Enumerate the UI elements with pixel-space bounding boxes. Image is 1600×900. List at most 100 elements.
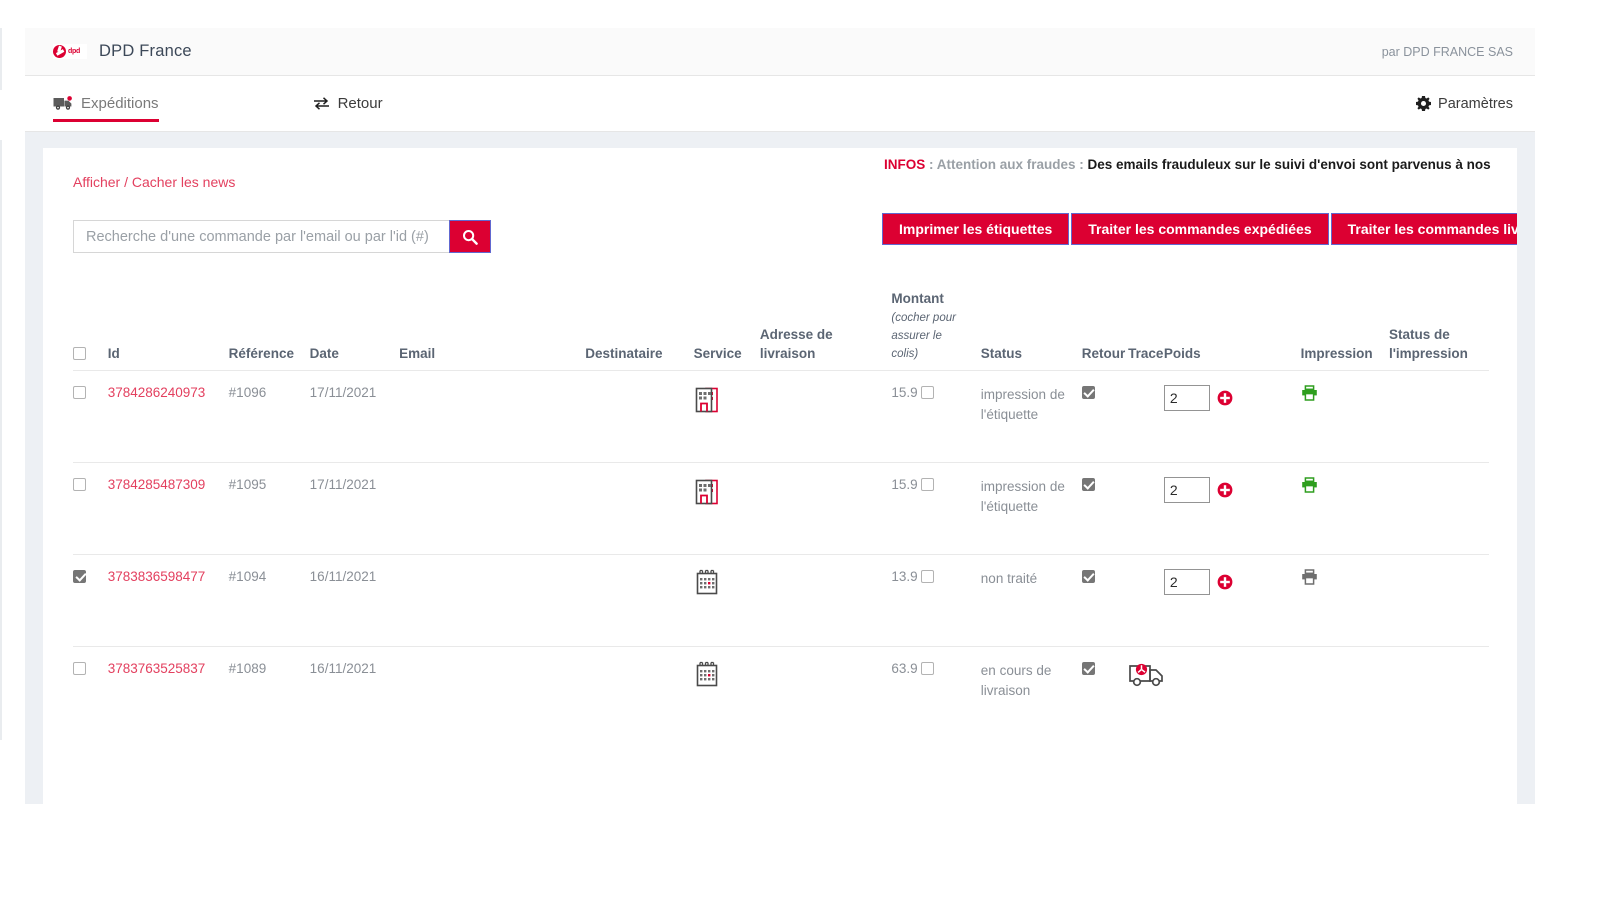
cell-print-status — [1389, 554, 1489, 646]
cell-id: 3784285487309 — [108, 462, 229, 554]
cell-delivery-address — [760, 646, 892, 738]
cell-service — [694, 646, 760, 738]
weight-input[interactable] — [1164, 385, 1210, 411]
search-input[interactable] — [73, 220, 449, 253]
infos-sep-2: : — [1076, 157, 1088, 172]
row-select-checkbox[interactable] — [73, 662, 86, 675]
header-amount-title: Montant — [891, 289, 980, 309]
order-id-link[interactable]: 3783836598477 — [108, 569, 206, 584]
order-id-link[interactable]: 3784285487309 — [108, 477, 206, 492]
calendar-icon — [694, 661, 720, 691]
brand-bar: dpd DPD France par DPD FRANCE SAS — [25, 28, 1535, 76]
process-delivered-button[interactable]: Traiter les commandes livrées — [1331, 213, 1517, 245]
row-select-cell — [73, 554, 108, 646]
printer-icon[interactable] — [1301, 477, 1318, 493]
plus-circle-icon[interactable] — [1217, 574, 1233, 590]
insure-checkbox[interactable] — [921, 662, 934, 675]
retour-checkbox[interactable] — [1082, 386, 1095, 399]
table-row: 3783763525837 #1089 16/11/2021 63.9 en — [73, 646, 1489, 738]
cell-service — [694, 370, 760, 462]
process-shipped-button[interactable]: Traiter les commandes expédiées — [1071, 213, 1328, 245]
header-delivery-address: Adresse de livraison — [760, 289, 892, 370]
printer-icon[interactable] — [1301, 385, 1318, 401]
row-select-cell — [73, 370, 108, 462]
nav-label-parametres: Paramètres — [1438, 96, 1513, 112]
header-date: Date — [310, 289, 399, 370]
cell-date: 17/11/2021 — [310, 370, 399, 462]
cell-amount: 15.9 — [891, 370, 980, 462]
brand-byline: par DPD FRANCE SAS — [1382, 45, 1513, 59]
header-amount-note-2: assurer le — [891, 327, 980, 345]
table-row: 3783836598477 #1094 16/11/2021 13.9 non — [73, 554, 1489, 646]
retour-checkbox[interactable] — [1082, 478, 1095, 491]
nav-item-expeditions[interactable]: Expéditions — [53, 76, 159, 131]
brand-left: dpd DPD France — [53, 42, 192, 61]
insure-checkbox[interactable] — [921, 570, 934, 583]
header-reference: Référence — [229, 289, 310, 370]
delivery-truck-parcel-icon[interactable] — [1128, 661, 1166, 689]
weight-stepper — [1164, 385, 1301, 411]
insure-checkbox[interactable] — [921, 478, 934, 491]
order-id-link[interactable]: 3784286240973 — [108, 385, 206, 400]
infos-message: Des emails frauduleux sur le suivi d'env… — [1088, 157, 1491, 172]
dpd-logo-icon: dpd — [53, 44, 87, 59]
plus-circle-icon[interactable] — [1217, 482, 1233, 498]
order-id-link[interactable]: 3783763525837 — [108, 661, 206, 676]
plus-circle-icon[interactable] — [1217, 390, 1233, 406]
nav-label-expeditions: Expéditions — [81, 95, 159, 112]
cell-id: 3783836598477 — [108, 554, 229, 646]
cell-delivery-address — [760, 370, 892, 462]
right-actions-block: INFOS : Attention aux fraudes : Des emai… — [882, 157, 1517, 245]
cell-status: en cours de livraison — [981, 646, 1082, 738]
amount-value: 13.9 — [891, 569, 917, 584]
printer-icon[interactable] — [1301, 569, 1318, 585]
cell-status: non traité — [981, 554, 1082, 646]
search-button[interactable] — [449, 220, 491, 253]
cell-weight — [1164, 462, 1301, 554]
cell-reference: #1089 — [229, 646, 310, 738]
insure-checkbox[interactable] — [921, 386, 934, 399]
cell-retour — [1082, 554, 1128, 646]
weight-input[interactable] — [1164, 569, 1210, 595]
nav-label-retour: Retour — [338, 95, 383, 112]
retour-checkbox[interactable] — [1082, 570, 1095, 583]
cell-email — [399, 462, 585, 554]
cell-date: 17/11/2021 — [310, 462, 399, 554]
amount-value: 15.9 — [891, 385, 917, 400]
cell-print-status — [1389, 646, 1489, 738]
header-weight: Poids — [1164, 289, 1301, 370]
table-row: 3784286240973 #1096 17/11/2021 15.9 impr… — [73, 370, 1489, 462]
content-card: Afficher / Cacher les news — [43, 148, 1517, 804]
cell-service — [694, 462, 760, 554]
nav-item-retour[interactable]: Retour — [313, 76, 383, 131]
cell-trace — [1128, 462, 1164, 554]
cell-retour — [1082, 370, 1128, 462]
cell-id: 3783763525837 — [108, 646, 229, 738]
cell-recipient — [585, 646, 693, 738]
cell-date: 16/11/2021 — [310, 554, 399, 646]
cell-print — [1301, 554, 1389, 646]
retour-checkbox[interactable] — [1082, 662, 1095, 675]
row-select-checkbox[interactable] — [73, 386, 86, 399]
weight-input[interactable] — [1164, 477, 1210, 503]
row-select-checkbox[interactable] — [73, 570, 86, 583]
select-all-checkbox[interactable] — [73, 347, 86, 360]
truck-icon — [53, 96, 73, 111]
print-labels-button[interactable]: Imprimer les étiquettes — [882, 213, 1069, 245]
orders-table-body: 3784286240973 #1096 17/11/2021 15.9 impr… — [73, 370, 1489, 738]
header-delivery-address-text: Adresse de livraison — [760, 327, 833, 362]
row-select-cell — [73, 462, 108, 554]
gear-icon — [1416, 96, 1431, 111]
nav-item-parametres[interactable]: Paramètres — [1416, 96, 1513, 112]
toggle-news-link[interactable]: Afficher / Cacher les news — [73, 174, 235, 190]
search-icon — [462, 229, 478, 245]
cell-weight — [1164, 370, 1301, 462]
orders-table: Id Référence Date Email Destinataire Ser… — [73, 289, 1489, 738]
app-title: DPD France — [99, 42, 192, 61]
header-print-status: Status de l'impression — [1389, 289, 1489, 370]
header-trace: Trace — [1128, 289, 1164, 370]
select-all-header — [73, 289, 108, 370]
row-select-checkbox[interactable] — [73, 478, 86, 491]
cell-email — [399, 554, 585, 646]
bulk-actions: Imprimer les étiquettes Traiter les comm… — [882, 213, 1517, 245]
